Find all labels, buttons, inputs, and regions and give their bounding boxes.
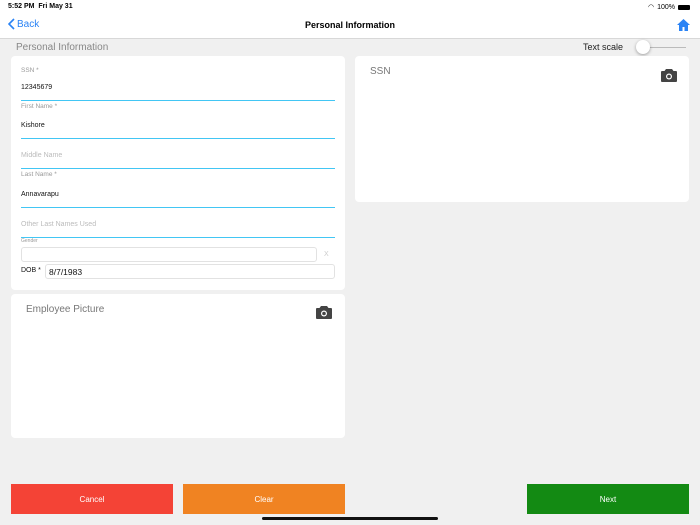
cancel-button[interactable]: Cancel [11,484,173,514]
camera-icon[interactable] [316,306,332,319]
ssn-input[interactable]: 12345679 [21,82,335,101]
ssn-label: SSN * [21,67,39,74]
ssn-value: 12345679 [21,84,53,91]
first-name-input[interactable]: Kishore [21,118,335,139]
clear-button[interactable]: Clear [183,484,345,514]
home-indicator [262,517,438,520]
status-bar: 5:52 PM Fri May 31 ◠ 100% [0,0,700,13]
section-title: Personal Information [16,42,109,53]
text-scale-slider[interactable] [636,40,686,54]
text-scale-label: Text scale [583,42,624,52]
home-button[interactable] [677,18,690,36]
next-button[interactable]: Next [527,484,689,514]
employee-picture-title: Employee Picture [26,304,105,315]
middle-name-input[interactable]: Middle Name [21,148,335,169]
dob-input[interactable]: 8/7/1983 [45,264,335,279]
personal-info-card: SSN * 12345679 First Name * Kishore Midd… [11,56,345,290]
dob-value: 8/7/1983 [49,267,83,277]
dob-label: DOB * [21,267,41,274]
battery-percent: 100% [657,3,675,11]
home-icon [677,19,690,31]
gender-select[interactable] [21,247,317,262]
other-last-names-placeholder: Other Last Names Used [21,221,97,228]
first-name-label: First Name * [21,103,58,110]
slider-knob[interactable] [636,40,650,54]
nav-bar: Back Personal Information [0,13,700,39]
employee-picture-card[interactable]: Employee Picture [11,294,345,438]
camera-icon[interactable] [661,69,677,82]
last-name-value: Annavarapu [21,191,59,198]
status-time: 5:52 PM [8,3,35,10]
status-date: Fri May 31 [38,3,73,10]
other-last-names-input[interactable]: Other Last Names Used [21,216,335,238]
first-name-value: Kishore [21,122,45,129]
ssn-card-title: SSN [370,66,391,77]
last-name-input[interactable]: Annavarapu [21,186,335,208]
gender-label: Gender [21,238,38,244]
last-name-label: Last Name * [21,171,57,178]
ssn-card[interactable]: SSN [355,56,689,202]
middle-name-placeholder: Middle Name [21,152,63,159]
gender-clear-button[interactable]: X [324,251,329,258]
wifi-icon: ◠ [647,4,655,11]
battery-icon [678,4,690,10]
page-title: Personal Information [304,20,395,30]
